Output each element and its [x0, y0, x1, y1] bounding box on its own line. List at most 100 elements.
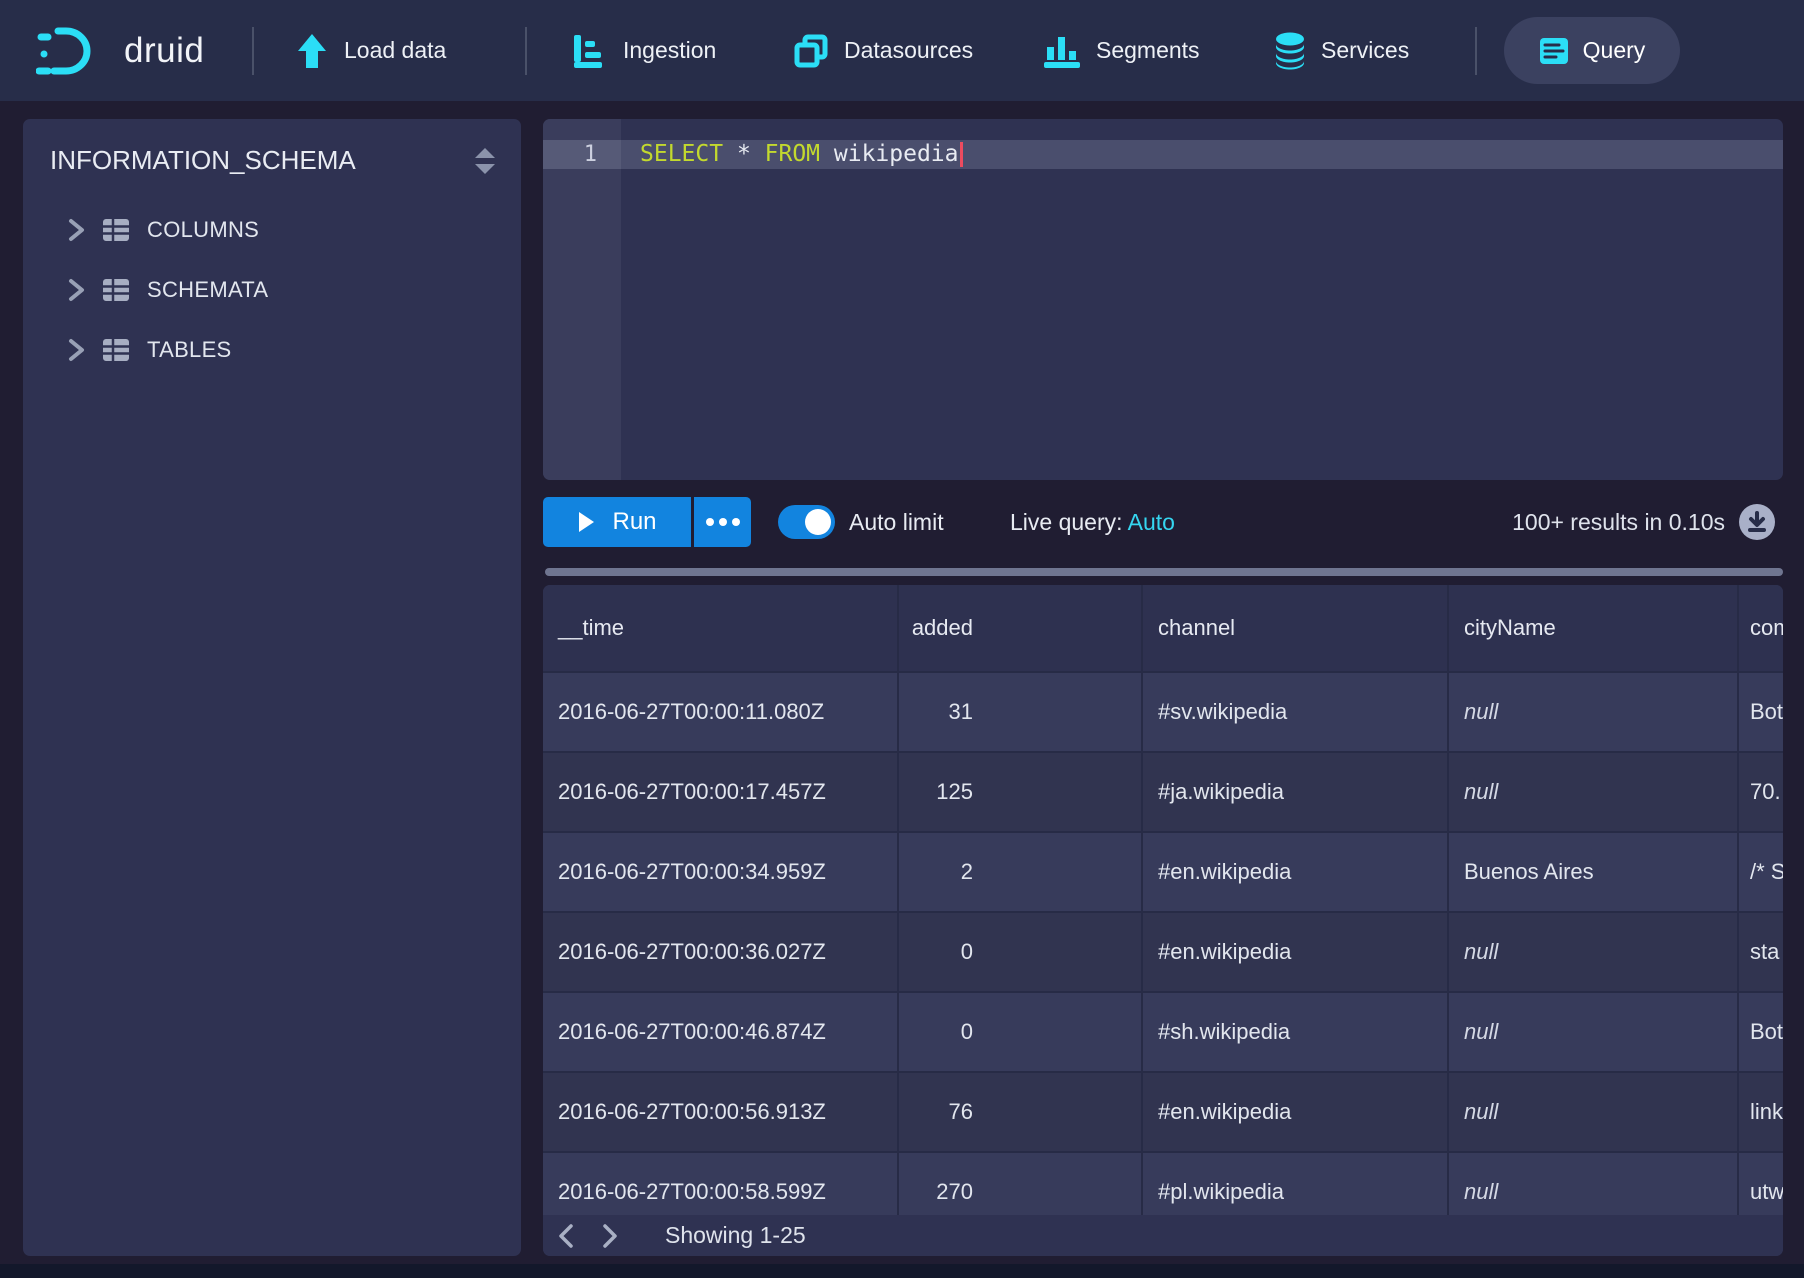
cell-channel: #sv.wikipedia — [1143, 673, 1449, 751]
run-button[interactable]: Run — [543, 497, 691, 547]
previous-page-button[interactable] — [551, 1221, 581, 1251]
chevron-right-icon — [67, 338, 85, 362]
druid-logo[interactable]: druid — [36, 0, 204, 101]
sidebar-item-label: COLUMNS — [147, 217, 259, 243]
query-toolbar: Run Auto limit Live query: Auto 100+ res… — [543, 497, 1783, 547]
cell-channel: #ja.wikipedia — [1143, 753, 1449, 831]
cell-channel: #en.wikipedia — [1143, 833, 1449, 911]
brand-name: druid — [124, 31, 204, 71]
results-horizontal-scrollbar[interactable] — [545, 568, 1783, 576]
pagination-bar: Showing 1-25 — [543, 1215, 1783, 1256]
cell-added: 31 — [899, 673, 1143, 751]
sql-keyword: SELECT — [640, 141, 723, 167]
download-icon — [1747, 511, 1767, 533]
cell-time: 2016-06-27T00:00:11.080Z — [543, 673, 899, 751]
editor-gutter — [543, 119, 621, 480]
sql-editor[interactable]: 1 SELECT * FROM wikipedia — [543, 119, 1783, 480]
sidebar-item-label: TABLES — [147, 337, 232, 363]
table-row[interactable]: 2016-06-27T00:00:56.913Z 76 #en.wikipedi… — [543, 1073, 1783, 1153]
druid-logo-icon — [36, 24, 110, 78]
column-header-cityname[interactable]: cityName — [1449, 585, 1739, 671]
run-button-label: Run — [612, 508, 656, 536]
query-document-icon — [1539, 37, 1569, 65]
sidebar-item-columns[interactable]: COLUMNS — [23, 200, 521, 260]
column-header-channel[interactable]: channel — [1143, 585, 1449, 671]
live-query-value-link[interactable]: Auto — [1128, 509, 1175, 535]
nav-item-label: Datasources — [844, 37, 973, 64]
run-more-options-button[interactable] — [694, 497, 751, 547]
double-caret-vertical-icon[interactable] — [473, 146, 497, 176]
cell-cityname: null — [1449, 1073, 1739, 1151]
schema-header: INFORMATION_SCHEMA — [23, 119, 521, 182]
nav-divider — [252, 27, 254, 75]
table-row[interactable]: 2016-06-27T00:00:46.874Z 0 #sh.wikipedia… — [543, 993, 1783, 1073]
cell-time: 2016-06-27T00:00:56.913Z — [543, 1073, 899, 1151]
cell-time: 2016-06-27T00:00:17.457Z — [543, 753, 899, 831]
showing-range-label: Showing 1-25 — [665, 1222, 806, 1249]
live-query-label: Live query: — [1010, 509, 1128, 535]
cell-time: 2016-06-27T00:00:46.874Z — [543, 993, 899, 1071]
nav-item-query[interactable]: Query — [1504, 17, 1680, 84]
nav-item-services[interactable]: Services — [1274, 0, 1409, 101]
segments-bars-icon — [1043, 33, 1081, 69]
nav-item-load-data[interactable]: Load data — [295, 0, 446, 101]
cell-channel: #en.wikipedia — [1143, 913, 1449, 991]
cell-added: 0 — [899, 913, 1143, 991]
nav-divider — [1475, 27, 1477, 75]
ingestion-chart-icon — [572, 33, 608, 69]
nav-item-label: Ingestion — [623, 37, 716, 64]
table-row[interactable]: 2016-06-27T00:00:17.457Z 125 #ja.wikiped… — [543, 753, 1783, 833]
cell-comment: /* S — [1739, 833, 1783, 911]
table-row[interactable]: 2016-06-27T00:00:11.080Z 31 #sv.wikipedi… — [543, 673, 1783, 753]
cell-added: 0 — [899, 993, 1143, 1071]
column-header-added[interactable]: added — [899, 585, 1143, 671]
chevron-right-icon — [67, 278, 85, 302]
sql-query-text[interactable]: SELECT * FROM wikipedia — [640, 140, 963, 169]
cell-comment: link — [1739, 1073, 1783, 1151]
cell-comment: Bot — [1739, 993, 1783, 1071]
cell-time: 2016-06-27T00:00:36.027Z — [543, 913, 899, 991]
table-icon — [102, 338, 130, 362]
sql-table-name: wikipedia — [820, 141, 958, 167]
column-header-time[interactable]: __time — [543, 585, 899, 671]
cell-cityname: Buenos Aires — [1449, 833, 1739, 911]
cell-time: 2016-06-27T00:00:34.959Z — [543, 833, 899, 911]
nav-item-ingestion[interactable]: Ingestion — [572, 0, 716, 101]
table-row[interactable]: 2016-06-27T00:00:36.027Z 0 #en.wikipedia… — [543, 913, 1783, 993]
datasources-layers-icon — [793, 33, 829, 69]
sidebar-item-tables[interactable]: TABLES — [23, 320, 521, 380]
cell-cityname: null — [1449, 913, 1739, 991]
results-header-row: __time added channel cityName comment — [543, 585, 1783, 673]
results-body: 2016-06-27T00:00:11.080Z 31 #sv.wikipedi… — [543, 673, 1783, 1233]
live-query-control: Live query: Auto — [1010, 497, 1175, 547]
download-results-button[interactable] — [1739, 504, 1775, 540]
cell-cityname: null — [1449, 993, 1739, 1071]
cell-cityname: null — [1449, 753, 1739, 831]
top-nav: druid Load data Ingestion — [0, 0, 1804, 101]
cell-comment: Bot — [1739, 673, 1783, 751]
schema-sidebar: INFORMATION_SCHEMA COLUMNS — [23, 119, 521, 1256]
nav-item-label: Load data — [344, 37, 446, 64]
toggle-knob — [805, 509, 831, 535]
results-table: __time added channel cityName comment 20… — [543, 585, 1783, 1256]
cell-channel: #sh.wikipedia — [1143, 993, 1449, 1071]
upload-arrow-icon — [295, 33, 329, 69]
auto-limit-label: Auto limit — [849, 497, 944, 547]
cell-added: 76 — [899, 1073, 1143, 1151]
chevron-left-icon — [557, 1223, 575, 1249]
results-summary: 100+ results in 0.10s — [1512, 497, 1725, 547]
column-header-comment[interactable]: comment — [1739, 585, 1783, 671]
table-icon — [102, 278, 130, 302]
nav-item-segments[interactable]: Segments — [1043, 0, 1200, 101]
nav-divider — [525, 27, 527, 75]
auto-limit-toggle[interactable] — [778, 505, 835, 539]
cell-comment: sta — [1739, 913, 1783, 991]
table-row[interactable]: 2016-06-27T00:00:34.959Z 2 #en.wikipedia… — [543, 833, 1783, 913]
sidebar-item-schemata[interactable]: SCHEMATA — [23, 260, 521, 320]
cell-added: 2 — [899, 833, 1143, 911]
nav-item-datasources[interactable]: Datasources — [793, 0, 973, 101]
next-page-button[interactable] — [595, 1221, 625, 1251]
nav-item-label: Services — [1321, 37, 1409, 64]
chevron-right-icon — [601, 1223, 619, 1249]
druid-console: druid Load data Ingestion — [0, 0, 1804, 1278]
